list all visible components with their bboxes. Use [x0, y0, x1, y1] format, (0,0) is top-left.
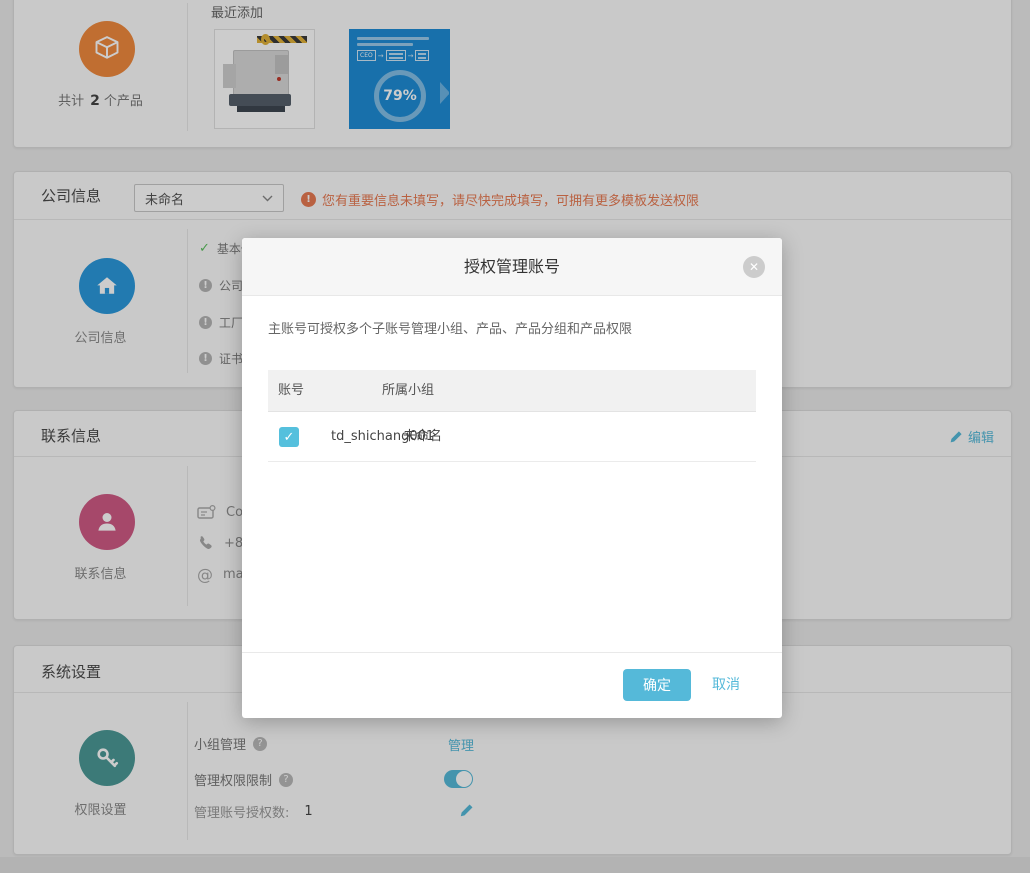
divider — [242, 652, 782, 653]
close-icon[interactable]: ✕ — [743, 256, 765, 278]
account-table-row: ✓ td_shichang001 未命名 — [268, 412, 756, 462]
confirm-button[interactable]: 确定 — [623, 669, 691, 701]
modal-title: 授权管理账号 — [242, 238, 782, 296]
accounts-table-header: 账号 所属小组 — [268, 370, 756, 412]
column-account: 账号 — [278, 370, 304, 412]
authorize-accounts-modal: 授权管理账号 ✕ 主账号可授权多个子账号管理小组、产品、产品分组和产品权限 账号… — [242, 238, 782, 718]
account-checkbox[interactable]: ✓ — [279, 427, 299, 447]
cancel-button[interactable]: 取消 — [712, 669, 740, 701]
modal-description: 主账号可授权多个子账号管理小组、产品、产品分组和产品权限 — [268, 318, 632, 337]
modal-header: 授权管理账号 ✕ — [242, 238, 782, 296]
account-group: 未命名 — [403, 412, 442, 462]
column-group: 所属小组 — [382, 370, 434, 412]
